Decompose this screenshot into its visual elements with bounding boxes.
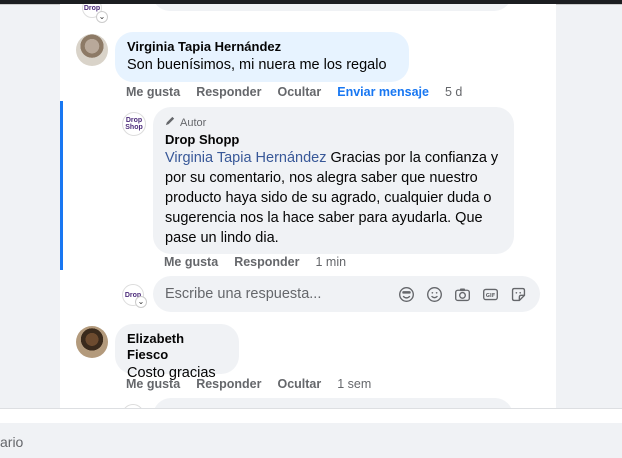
next-reply-bubble: [153, 398, 513, 408]
gif-icon[interactable]: GIF: [481, 285, 500, 304]
previous-comment-bubble: [152, 4, 512, 11]
comment-actions: Me gusta Responder Ocultar 1 sem: [126, 377, 371, 391]
comment-author[interactable]: Elizabeth Fiesco: [127, 331, 227, 363]
reply-composer: GIF: [153, 276, 540, 312]
timestamp[interactable]: 5 d: [445, 85, 462, 99]
author-badge: Autor: [165, 115, 502, 130]
shop-logo: Drop Shop: [125, 117, 143, 131]
reply-button[interactable]: Responder: [234, 255, 299, 269]
timestamp[interactable]: 1 min: [315, 255, 346, 269]
chevron-down-icon[interactable]: ⌄: [96, 11, 108, 23]
comment-bubble: Virginia Tapia Hernández Son buenísimos,…: [115, 32, 409, 82]
comment-composer-bar: ario: [0, 408, 622, 458]
comment-text: Son buenísimos, mi nuera me los regalo: [127, 57, 387, 73]
comment-actions: Me gusta Responder 1 min: [164, 255, 346, 269]
pencil-icon: [165, 115, 176, 130]
comment-actions: Me gusta Responder Ocultar Enviar mensaj…: [126, 85, 462, 99]
comment-bubble: Elizabeth Fiesco Costo gracias: [115, 324, 239, 381]
comment-author[interactable]: Virginia Tapia Hernández: [127, 39, 397, 55]
hide-button[interactable]: Ocultar: [277, 85, 321, 99]
hide-button[interactable]: Ocultar: [277, 377, 321, 391]
reply-input[interactable]: [165, 286, 397, 302]
reply-button[interactable]: Responder: [196, 85, 261, 99]
reply-bubble: Autor Drop Shopp Virginia Tapia Hernánde…: [153, 107, 514, 254]
like-button[interactable]: Me gusta: [126, 85, 180, 99]
camera-icon[interactable]: [453, 285, 472, 304]
send-message-button[interactable]: Enviar mensaje: [337, 85, 429, 99]
like-button[interactable]: Me gusta: [164, 255, 218, 269]
comments-panel: Drop ⌄ Virginia Tapia Hernández Son buen…: [60, 4, 556, 408]
svg-text:GIF: GIF: [486, 293, 496, 299]
timestamp[interactable]: 1 sem: [337, 377, 371, 391]
thread-highlight-line: [60, 101, 63, 270]
reply-button[interactable]: Responder: [196, 377, 261, 391]
author-badge-label: Autor: [180, 116, 207, 129]
like-button[interactable]: Me gusta: [126, 377, 180, 391]
avatar[interactable]: [76, 34, 108, 66]
sticker-icon[interactable]: [509, 285, 528, 304]
comment-text: Virginia Tapia Hernández Gracias por la …: [165, 148, 502, 248]
emoji-icon[interactable]: [425, 285, 444, 304]
avatar[interactable]: [76, 326, 108, 358]
mention-link[interactable]: Virginia Tapia Hernández: [165, 150, 327, 166]
comment-input[interactable]: ario: [0, 423, 622, 458]
chevron-down-icon[interactable]: ⌄: [135, 296, 147, 308]
shop-logo: Drop: [83, 4, 101, 12]
composer-tools: GIF: [397, 285, 528, 304]
shop-avatar[interactable]: Drop Shop: [122, 112, 146, 136]
avatar-sticker-icon[interactable]: [397, 285, 416, 304]
comment-author[interactable]: Drop Shopp: [165, 132, 502, 148]
